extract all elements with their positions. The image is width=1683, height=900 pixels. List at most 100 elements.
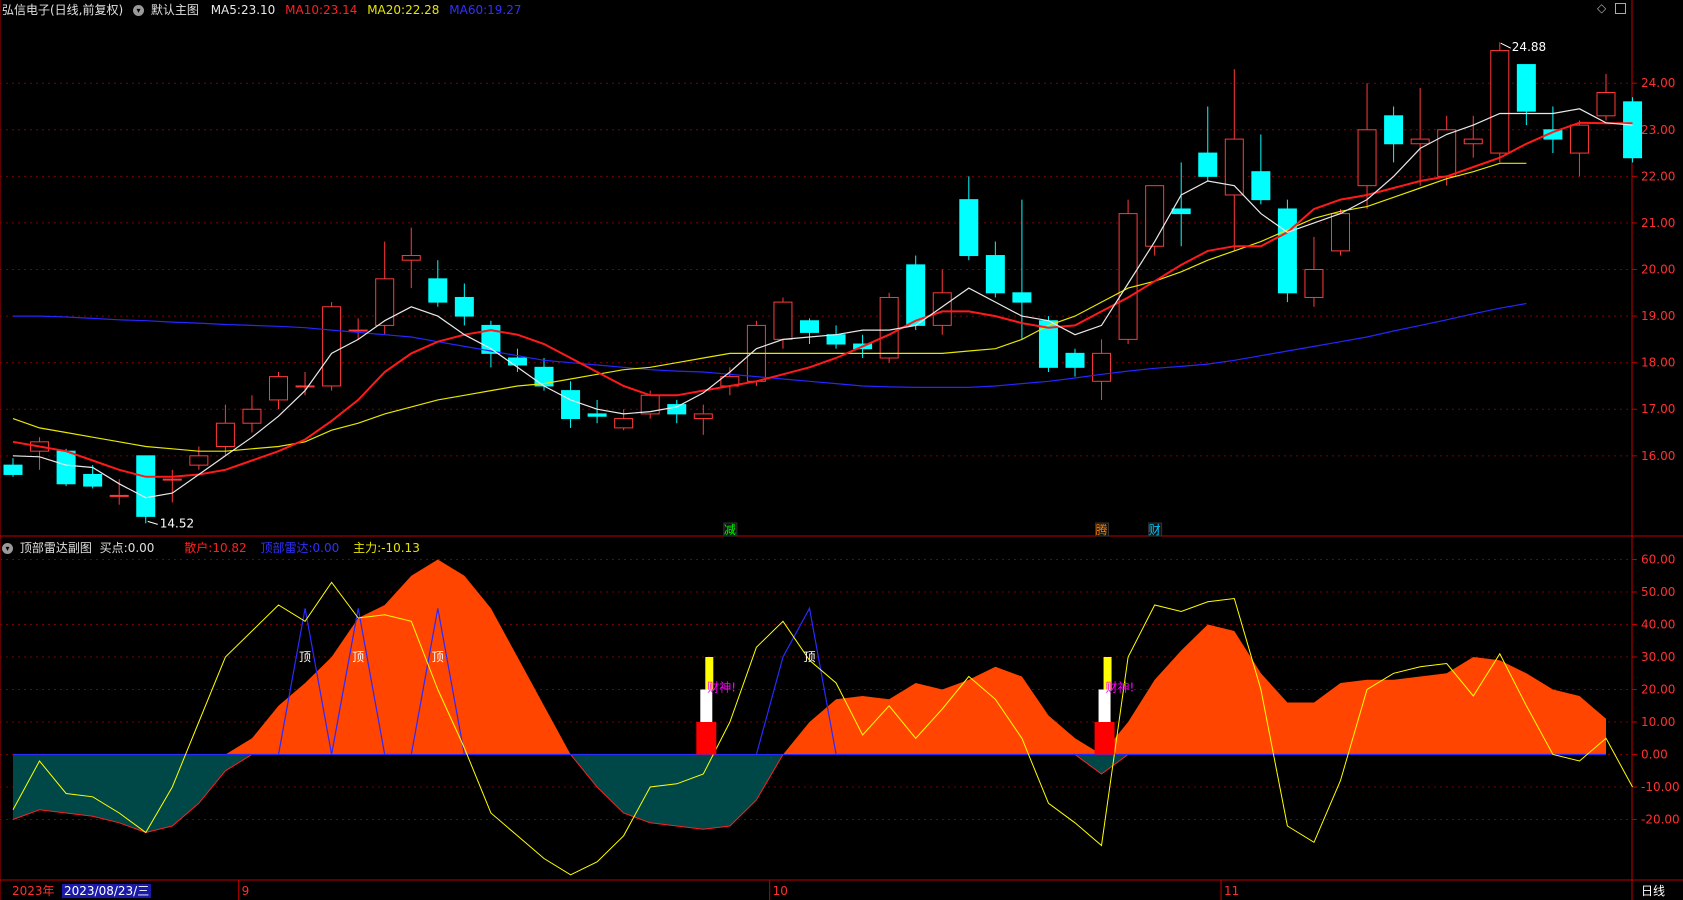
candle-body [295,385,315,388]
caishen-signal-label: 财神! [1106,681,1135,695]
retail-value: 10.82 [212,541,247,555]
main-chart-header: 弘信电子(日线,前复权) ▾ 默认主图 MA5:23.10 MA10:23.14… [2,1,521,17]
candle-body [561,390,581,420]
main-force-value: -10.13 [381,541,420,555]
candle-body [1331,213,1350,252]
candle-body [1224,138,1244,196]
candle-body [1463,138,1483,145]
indicator-tick-label: 0.00 [1641,748,1668,762]
candle-body [800,320,819,333]
candle-body [1065,352,1085,368]
candle-body [1516,64,1536,112]
ma20-value: 22.28 [405,3,440,17]
candle-body [375,278,395,326]
caishen-signal-label: 财神! [707,681,736,695]
radar-label: 顶部雷达: [260,541,313,555]
restore-window-icon[interactable] [1615,3,1626,14]
event-marker: 财 [1149,523,1161,537]
retail-label: 散户: [184,541,213,555]
sub-chart-title[interactable]: 顶部雷达副图 [20,541,92,555]
candle-body [215,422,235,448]
candle-body [1277,208,1297,294]
candle-body [3,464,23,475]
indicator-tick-label: 30.00 [1641,650,1675,664]
candle-body [322,306,342,387]
price-tick-label: 19.00 [1641,309,1675,323]
main-force-label: 主力: [353,541,382,555]
high-price-label: 24.88 [1512,40,1546,54]
low-arrow-icon [147,520,158,525]
candle-body [932,292,952,326]
candle-body [1623,101,1643,159]
period-label[interactable]: 日线 [1641,884,1665,898]
candle-body [985,255,1005,294]
indicator-tick-label: -20.00 [1641,813,1680,827]
ma5-line [12,108,1633,499]
candle-body [269,376,288,401]
candle-body [1251,171,1271,201]
main-chart-selector[interactable]: 默认主图 [151,3,199,17]
buy-point-value: 0.00 [127,541,155,555]
ma60-label: MA60: [449,3,488,17]
candle-body [614,418,634,429]
candle-body [667,404,687,415]
top-signal-label: 顶 [803,650,815,664]
year-label: 2023年 [12,884,55,898]
indicator-tick-label: 10.00 [1641,715,1675,729]
candle-body [242,408,262,424]
event-marker: 减 [724,523,736,537]
candle-body [587,413,607,417]
ma5-label: MA5: [210,3,241,17]
price-tick-label: 16.00 [1641,449,1675,463]
candle-body [1171,208,1191,215]
top-signal-label: 顶 [432,650,444,664]
diamond-icon[interactable]: ◇ [1597,2,1606,14]
retail-area-negative [13,754,1606,833]
ma10-label: MA10: [285,3,323,17]
top-signal-label: 顶 [299,650,311,664]
month-label: 9 [242,884,250,898]
candle-body [959,199,979,257]
candle-body [1012,292,1032,303]
low-price-label: 14.52 [160,516,194,530]
price-tick-label: 21.00 [1641,216,1675,230]
candle-body [1569,124,1589,154]
collapse-sub-icon[interactable]: ▾ [2,543,13,554]
stock-title[interactable]: 弘信电子(日线,前复权) [2,3,123,17]
candle-body [109,494,129,497]
candle-body [454,296,474,317]
indicator-tick-label: 20.00 [1641,683,1675,697]
candle-body [1357,129,1377,187]
candle-body [826,334,846,345]
indicator-tick-label: -10.00 [1641,780,1680,794]
price-tick-label: 23.00 [1641,123,1675,137]
month-label: 11 [1224,884,1239,898]
candle-body [1118,213,1138,340]
indicator-tick-label: 40.00 [1641,618,1675,632]
candle-body [56,450,76,485]
collapse-icon[interactable]: ▾ [133,5,145,16]
price-tick-label: 22.00 [1641,169,1675,183]
kline-chart[interactable]: 24.00 23.00 22.00 21.00 20.00 19.00 18.00 17.00… [0,0,1683,900]
ma10-value: 23.14 [323,3,358,17]
signal-bar-red [696,722,717,755]
price-tick-label: 17.00 [1641,402,1675,416]
price-tick-label: 20.00 [1641,263,1675,277]
indicator-tick-label: 50.00 [1641,585,1675,599]
candle-body [401,255,421,261]
candle-body [1198,152,1218,177]
ma5-value: 23.10 [240,3,276,17]
candle-body [1092,352,1112,382]
candle-body [83,473,103,487]
candle-body [1304,269,1324,298]
radar-value: 0.00 [312,541,340,555]
candle-body [1596,92,1616,117]
candle-body [428,278,448,303]
candle-body [1437,129,1457,177]
sub-chart-header: ▾ 顶部雷达副图 买点:0.00 散户:10.82 顶部雷达:0.00 主力:-… [2,539,420,555]
candle-body [507,357,527,366]
ma60-value: 19.27 [487,3,522,17]
month-label: 10 [773,884,788,898]
candle-body [693,413,713,420]
candle-body [879,296,899,359]
